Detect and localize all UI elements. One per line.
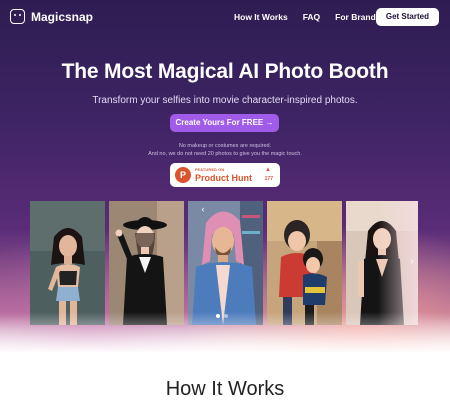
brand-name: Magicsnap <box>31 9 94 24</box>
hero-note-line-2: And no, we do not need 20 photos to give… <box>148 151 302 157</box>
arrow-right-icon: → <box>265 118 274 127</box>
create-free-button[interactable]: Create Yours For FREE → <box>170 114 279 132</box>
brand-logo[interactable]: Magicsnap <box>10 9 93 24</box>
upvote-arrow-icon: ▲ <box>265 167 271 173</box>
hero-section: Magicsnap How It Works FAQ For Brands Ge… <box>0 0 450 352</box>
gallery-prev-icon[interactable]: ‹ <box>198 203 208 215</box>
gallery-photo-3: ‹ <box>188 201 263 325</box>
photo-gallery: ‹ › <box>30 201 418 325</box>
nav-link-how-it-works[interactable]: How It Works <box>234 12 288 22</box>
product-hunt-logo-icon: P <box>175 167 191 183</box>
hero-note-line-1: No makeup or costumes are required. <box>178 143 272 149</box>
gallery-dot-2[interactable] <box>224 314 228 318</box>
hero-title: The Most Magical AI Photo Booth <box>61 60 389 83</box>
product-hunt-badge[interactable]: P FEATURED ON Product Hunt ▲ 177 <box>170 163 280 187</box>
gallery-photo-2 <box>109 201 184 325</box>
how-it-works-heading: How It Works <box>165 378 285 400</box>
gallery-photo-4 <box>267 201 342 325</box>
nav-link-for-brands[interactable]: For Brands <box>335 12 380 22</box>
gallery-dot-1[interactable] <box>216 314 220 318</box>
gallery-next-icon[interactable]: › <box>407 256 417 268</box>
gallery-photo-5: › <box>346 201 418 325</box>
product-hunt-featured-label: FEATURED ON <box>195 168 225 172</box>
gallery-photo-1 <box>30 201 105 325</box>
smiley-logo-icon <box>10 9 25 24</box>
nav-links: How It Works FAQ For Brands <box>234 12 396 22</box>
hero-subtitle: Transform your selfies into movie charac… <box>92 95 358 106</box>
upvote-count: 177 <box>264 176 273 182</box>
nav-link-faq[interactable]: FAQ <box>303 12 320 22</box>
create-free-label: Create Yours For FREE <box>175 118 264 127</box>
product-hunt-name: Product Hunt <box>195 173 252 183</box>
navbar: Magicsnap How It Works FAQ For Brands Ge… <box>0 0 450 36</box>
get-started-button[interactable]: Get Started <box>375 8 439 26</box>
gallery-pagination <box>216 314 232 318</box>
